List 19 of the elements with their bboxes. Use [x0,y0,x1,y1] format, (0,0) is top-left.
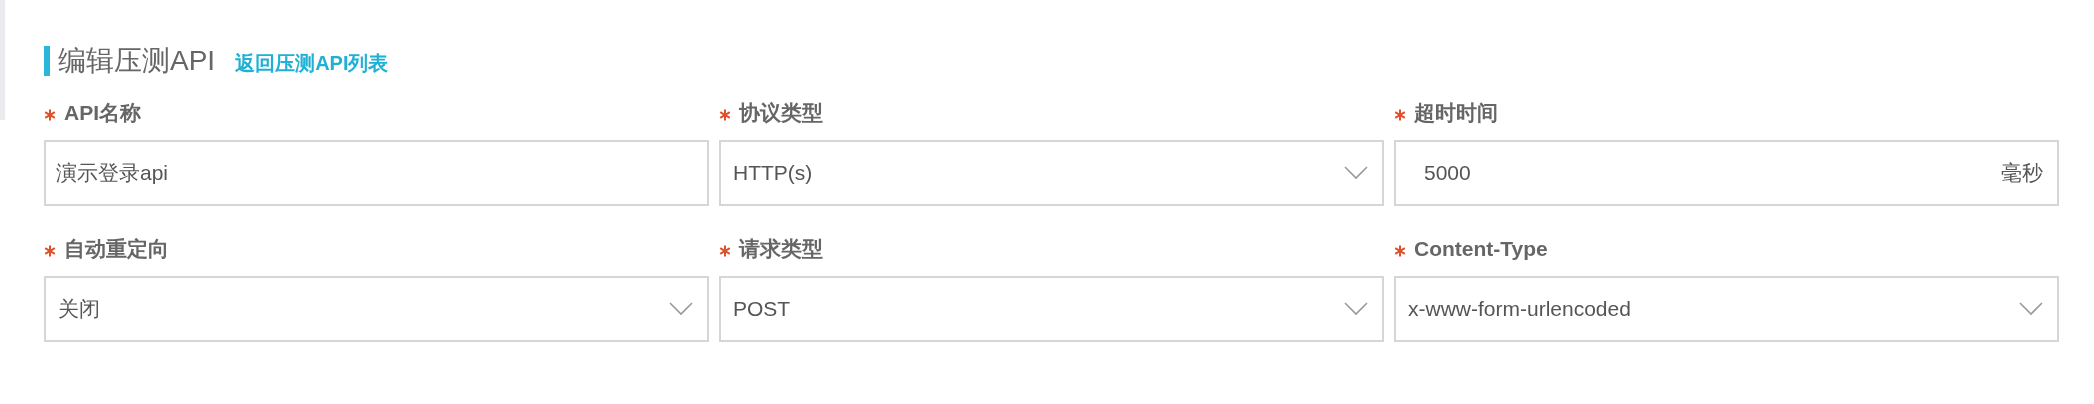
select-dropdown[interactable]: POST [719,276,1384,342]
chevron-down-icon [2019,302,2043,316]
field-label: 超时时间 [1414,100,1498,127]
select-dropdown[interactable]: x-www-form-urlencoded [1394,276,2059,342]
chevron-down-icon [1344,166,1368,180]
field-label: Content-Type [1414,236,1548,263]
field-label: 协议类型 [739,100,823,127]
number-field[interactable]: 5000 毫秒 [1394,140,2059,206]
chevron-down-icon [1344,302,1368,316]
select-dropdown[interactable]: 关闭 [44,276,709,342]
field-label: 请求类型 [739,236,823,263]
field-label: API名称 [64,100,141,127]
field-label: 自动重定向 [64,236,169,263]
chevron-down-icon [669,302,693,316]
select-dropdown[interactable]: HTTP(s) [719,140,1384,206]
page-title: 编辑压测API [58,47,216,75]
text-field[interactable]: 演示登录api [44,140,709,206]
title-accent-bar [44,46,50,76]
unit-label: 毫秒 [2001,160,2043,187]
